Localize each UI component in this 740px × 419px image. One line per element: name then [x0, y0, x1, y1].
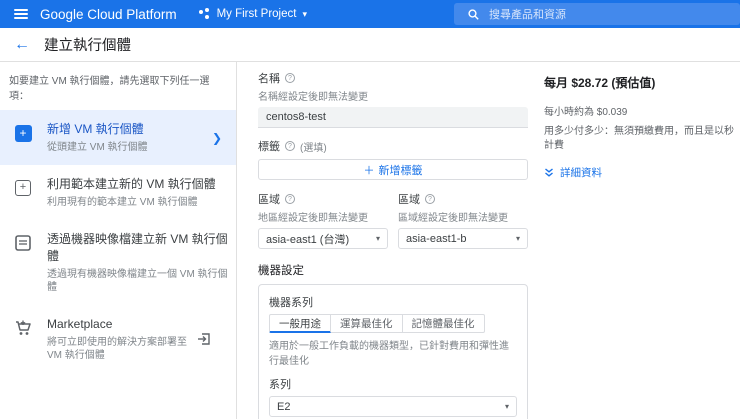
machine-family-helper: 適用於一般工作負載的機器類型，已針對費用和彈性進行最佳化 [269, 341, 509, 367]
labels-optional: (選填) [300, 142, 327, 154]
top-bar: Google Cloud Platform My First Project ▾… [0, 0, 740, 28]
search-input[interactable]: 搜尋產品和資源 [454, 3, 740, 25]
hourly-estimate: 每小時約為 $0.039 [544, 107, 628, 118]
plus-icon: ＋ [363, 164, 375, 177]
new-vm-icon: + [13, 123, 33, 143]
machine-config-box: 機器系列 一般用途 運算最佳化 記憶體最佳化 適用於一般工作負載的機器類型，已針… [258, 284, 528, 419]
zone-label: 區域 [398, 194, 420, 206]
sidebar-item-subtitle: 利用現有的範本建立 VM 執行個體 [47, 197, 198, 209]
machine-image-icon [13, 233, 33, 253]
chevron-down-icon: ▾ [515, 234, 520, 243]
machine-family-label: 機器系列 [269, 297, 313, 309]
sidebar-item-title: 利用範本建立新的 VM 執行個體 [47, 177, 216, 192]
region-helper: 地區經設定後即無法變更 [258, 213, 368, 224]
series-select[interactable]: E2 ▾ [269, 396, 517, 417]
series-value: E2 [277, 400, 291, 413]
page-title: 建立執行個體 [44, 38, 131, 54]
double-chevron-down-icon [545, 167, 553, 177]
region-value: asia-east1 (台灣) [266, 233, 350, 246]
pricing-panel: 每月 $28.72 (預估值) 每小時約為 $0.039 用多少付多少：無須預繳… [544, 70, 740, 419]
zone-select[interactable]: asia-east1-b ▾ [398, 228, 528, 249]
page-header: ← 建立執行個體 [0, 28, 740, 62]
menu-icon[interactable] [6, 9, 36, 19]
brand-logo[interactable]: Google Cloud Platform [40, 7, 177, 22]
tab-compute-optimized[interactable]: 運算最佳化 [331, 314, 403, 333]
sidebar-item-from-template[interactable]: + 利用範本建立新的 VM 執行個體 利用現有的範本建立 VM 執行個體 [0, 165, 236, 220]
region-label: 區域 [258, 194, 280, 206]
sidebar-item-title: 透過機器映像檔建立新 VM 執行個體 [47, 232, 228, 263]
tab-memory-optimized[interactable]: 記憶體最佳化 [402, 314, 485, 333]
cart-icon [13, 318, 33, 338]
help-icon[interactable]: ? [285, 194, 295, 204]
region-select[interactable]: asia-east1 (台灣) ▾ [258, 228, 388, 249]
tab-general-purpose[interactable]: 一般用途 [269, 314, 331, 333]
sidebar-item-title: Marketplace [47, 316, 113, 331]
machine-family-tabs: 一般用途 運算最佳化 記憶體最佳化 [269, 314, 517, 333]
create-options-sidebar: 如要建立 VM 執行個體，請先選取下列任一選項： + 新增 VM 執行個體 從頭… [0, 62, 237, 419]
project-name: My First Project [216, 8, 297, 20]
pricing-details-link[interactable]: 詳細資料 [544, 165, 740, 180]
sidebar-item-subtitle: 透過現有機器映像檔建立一個 VM 執行個體 [47, 268, 228, 293]
main-form: 名稱 ? 名稱經設定後即無法變更 標籤 ? (選填) ＋ 新增標籤 [237, 62, 740, 419]
name-field[interactable] [258, 107, 528, 128]
add-label-button[interactable]: ＋ 新增標籤 [258, 159, 528, 180]
billing-note: 用多少付多少：無須預繳費用，而且是以秒計費 [544, 126, 734, 151]
sidebar-item-subtitle: 從頭建立 VM 執行個體 [47, 142, 148, 154]
gcp-create-instance-page: Google Cloud Platform My First Project ▾… [0, 0, 740, 419]
back-arrow-icon[interactable]: ← [14, 36, 30, 54]
help-icon[interactable]: ? [285, 141, 295, 151]
sidebar-item-new-vm[interactable]: + 新增 VM 執行個體 從頭建立 VM 執行個體 ❯ [0, 110, 236, 166]
name-label: 名稱 [258, 73, 280, 85]
series-label: 系列 [269, 379, 291, 391]
sidebar-item-subtitle: 將可立即使用的解決方案部署至 VM 執行個體 [47, 336, 187, 361]
chevron-down-icon: ▾ [302, 8, 307, 19]
chevron-down-icon: ▾ [504, 402, 509, 411]
help-icon[interactable]: ? [425, 194, 435, 204]
deploy-icon [197, 332, 211, 346]
labels-label: 標籤 [258, 141, 280, 153]
sidebar-item-machine-image[interactable]: 透過機器映像檔建立新 VM 執行個體 透過現有機器映像檔建立一個 VM 執行個體 [0, 220, 236, 304]
sidebar-item-marketplace[interactable]: Marketplace 將可立即使用的解決方案部署至 VM 執行個體 [0, 305, 236, 373]
name-helper: 名稱經設定後即無法變更 [258, 92, 368, 103]
zone-helper: 區域經設定後即無法變更 [398, 213, 508, 224]
sidebar-intro: 如要建立 VM 執行個體，請先選取下列任一選項： [9, 76, 210, 102]
search-placeholder: 搜尋產品和資源 [489, 9, 566, 21]
monthly-estimate: 每月 $28.72 (預估值) [544, 76, 656, 90]
machine-config-title: 機器設定 [258, 265, 304, 277]
zone-value: asia-east1-b [406, 232, 467, 245]
search-icon [468, 8, 479, 20]
project-selector[interactable]: My First Project ▾ [198, 8, 307, 20]
template-icon: + [13, 178, 33, 198]
chevron-down-icon: ▾ [375, 234, 380, 243]
chevron-right-icon: ❯ [211, 130, 222, 145]
project-icon [198, 8, 211, 20]
sidebar-item-title: 新增 VM 執行個體 [47, 122, 144, 136]
help-icon[interactable]: ? [285, 73, 295, 83]
